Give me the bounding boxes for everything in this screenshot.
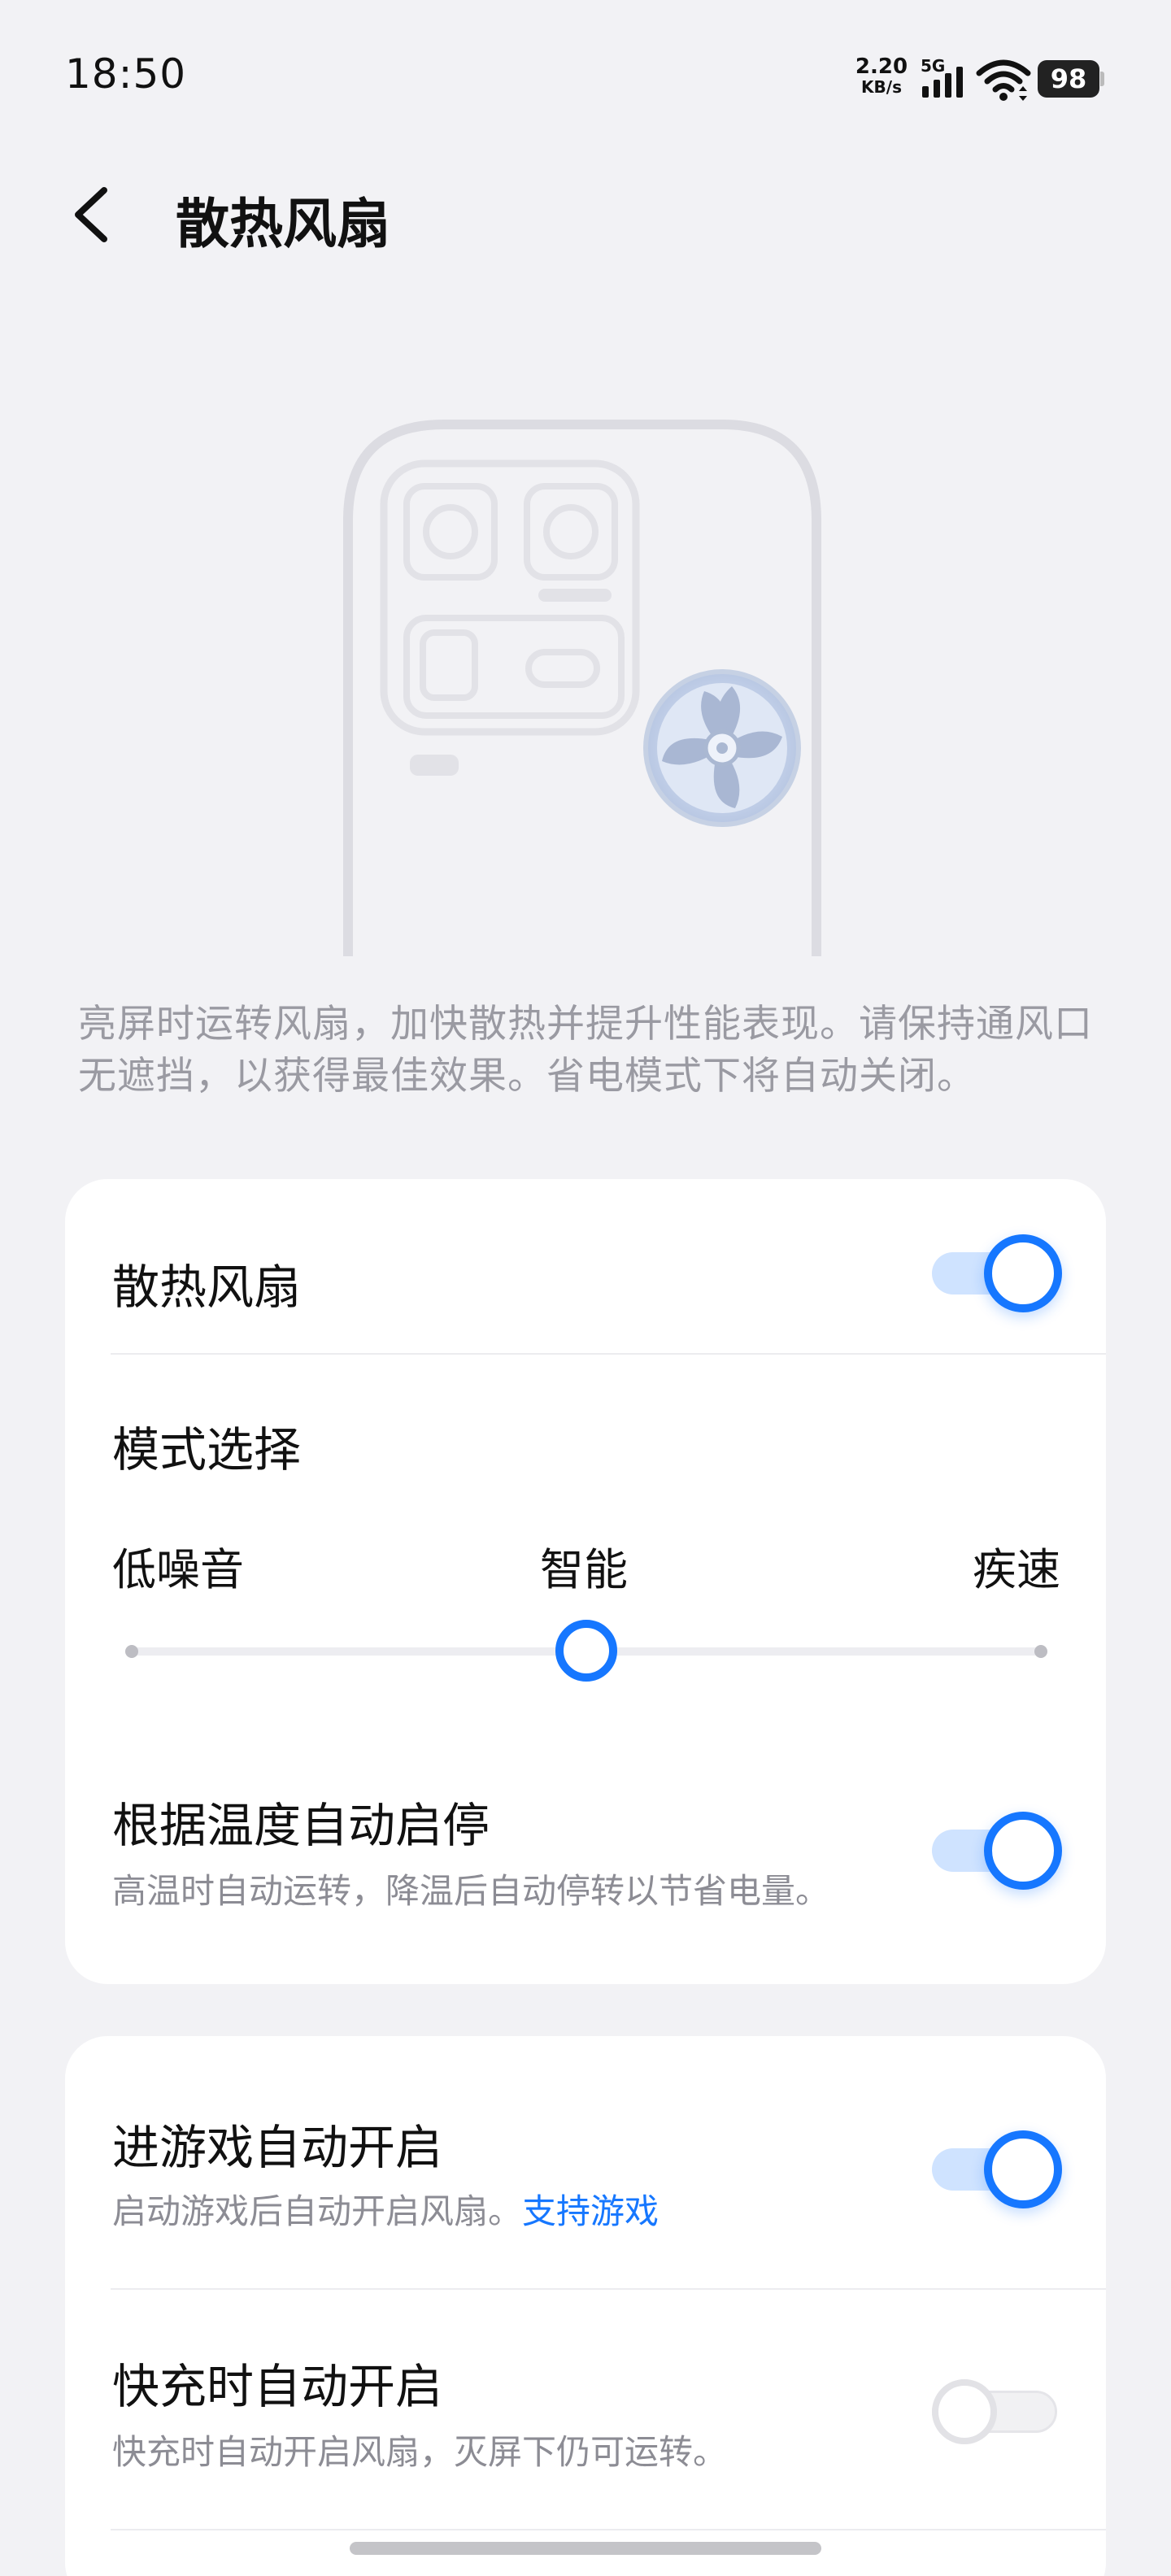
wifi-icon <box>976 59 1031 101</box>
fan-toggle-switch[interactable] <box>932 1234 1062 1312</box>
back-arrow-icon[interactable] <box>68 181 117 249</box>
fan-settings-page: 18:50 2.20 KB/s 5G 98 散热风扇 亮屏时运转风扇，加快散热并… <box>0 0 1171 2576</box>
auto-temp-toggle-switch[interactable] <box>932 1812 1062 1890</box>
battery-indicator: 98 <box>1038 60 1104 98</box>
divider <box>111 2288 1106 2290</box>
network-speed-unit: KB/s <box>861 77 902 97</box>
supported-games-link[interactable]: 支持游戏 <box>522 2191 659 2231</box>
fast-charge-auto-start-label: 快充时自动开启 <box>112 2359 443 2414</box>
divider <box>111 2529 1106 2530</box>
home-indicator[interactable] <box>350 2542 821 2555</box>
mode-options: 低噪音 智能 疾速 <box>112 1534 1060 1599</box>
auto-temp-description: 高温时自动运转，降温后自动停转以节省电量。 <box>112 1871 830 1911</box>
mode-option-turbo[interactable]: 疾速 <box>973 1534 1060 1598</box>
mode-option-low-noise[interactable]: 低噪音 <box>112 1534 244 1598</box>
fan-icon <box>643 669 801 827</box>
toggle-knob <box>984 1812 1062 1890</box>
slider-stop-turbo <box>1034 1645 1047 1658</box>
slider-thumb[interactable] <box>555 1620 617 1682</box>
status-bar: 18:50 2.20 KB/s 5G 98 <box>0 0 1171 163</box>
slider-stop-low-noise <box>125 1645 138 1658</box>
network-type-label: 5G <box>921 57 945 76</box>
toggle-knob <box>932 2379 997 2444</box>
fast-charge-auto-start-description: 快充时自动开启风扇，灭屏下仍可运转。 <box>112 2432 728 2472</box>
mode-slider[interactable] <box>125 1618 1047 1683</box>
battery-cap <box>1100 72 1104 86</box>
status-time: 18:50 <box>65 50 187 98</box>
game-auto-start-label: 进游戏自动开启 <box>112 2120 443 2175</box>
page-title: 散热风扇 <box>176 193 390 255</box>
divider <box>111 1353 1106 1355</box>
game-auto-start-toggle-switch[interactable] <box>932 2130 1062 2208</box>
auto-temp-label: 根据温度自动启停 <box>112 1798 490 1853</box>
fast-charge-auto-start-toggle-switch[interactable] <box>932 2373 1062 2451</box>
mode-select-label: 模式选择 <box>112 1422 302 1477</box>
network-speed-value: 2.20 <box>855 54 908 79</box>
fan-settings-card: 散热风扇 模式选择 低噪音 智能 疾速 根据温度自动启停 高温时自动运转，降温后… <box>65 1179 1106 1984</box>
network-speed: 2.20 KB/s <box>852 55 911 96</box>
toggle-knob <box>984 2130 1062 2208</box>
game-auto-start-text: 启动游戏后自动开启风扇。 <box>112 2191 523 2231</box>
mode-option-smart[interactable]: 智能 <box>540 1534 628 1598</box>
toggle-knob <box>984 1234 1062 1312</box>
game-auto-start-description: 启动游戏后自动开启风扇。支持游戏 <box>112 2184 659 2234</box>
cellular-signal-icon: 5G <box>921 57 963 98</box>
fan-toggle-label: 散热风扇 <box>112 1260 302 1315</box>
auto-start-card: 进游戏自动开启 启动游戏后自动开启风扇。支持游戏 快充时自动开启 快充时自动开启… <box>65 2036 1106 2576</box>
phone-fan-illustration <box>343 420 821 956</box>
battery-level: 98 <box>1038 60 1099 98</box>
fan-description: 亮屏时运转风扇，加快散热并提升性能表现。请保持通风口无遮挡，以获得最佳效果。省电… <box>78 1002 1093 1099</box>
